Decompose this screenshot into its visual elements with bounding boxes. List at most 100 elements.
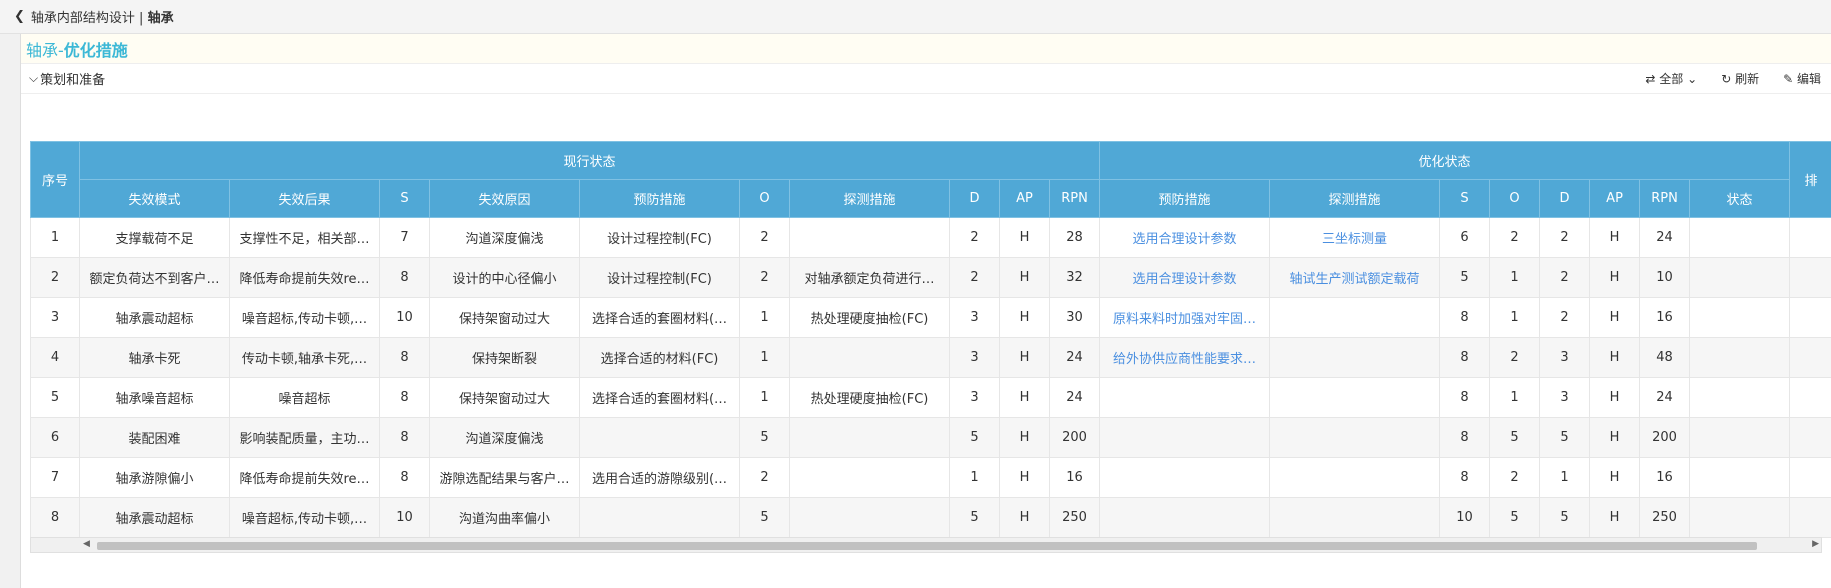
table-cell: 1 [949,457,1000,498]
table-row[interactable]: 6 装配困难 影响装配质量，主功… 8 沟道深度偏浅 5 5 H 200 8 5 5 H 200 [30,417,1831,458]
table-cell: 3 [1539,377,1591,418]
scrollbar-thumb[interactable] [97,542,1757,550]
table-cell: 传动卡顿,轴承卡死,… [229,337,380,378]
table-row[interactable]: 2 额定负荷达不到客户… 降低寿命提前失效re… 8 设计的中心径偏小 设计过程控制(FC… [30,257,1831,298]
table-cell [1099,377,1271,418]
column-header[interactable]: 失效后果 [229,179,380,218]
table-cell: 3 [949,297,1000,338]
table-cell [1689,457,1791,498]
table-cell: 5 [1439,257,1491,298]
table-cell: 降低寿命提前失效re… [229,457,380,498]
table-cell[interactable]: 轴试生产测试额定载荷 [1269,257,1441,298]
column-header[interactable]: AP [1589,179,1641,218]
table-cell: H [999,457,1050,498]
table-cell: 8 [30,497,80,538]
table-cell[interactable]: 三坐标测量 [1269,217,1441,258]
table-cell [789,417,950,458]
column-header[interactable]: 失效原因 [429,179,580,218]
column-header[interactable]: O [739,179,790,218]
table-cell: 2 [30,257,80,298]
table-row[interactable]: 7 轴承游隙偏小 降低寿命提前失效re… 8 游隙选配结果与客户… 选用合适的游隙级别(…… [30,457,1831,498]
column-header[interactable]: O [1489,179,1541,218]
filter-all-button[interactable]: ⇄ 全部 ⌄ [1645,70,1697,87]
column-header[interactable]: 探测措施 [1269,179,1441,218]
table-cell: 5 [739,417,790,458]
column-header[interactable]: 状态 [1689,179,1791,218]
table-cell: 支撑性不足，相关部… [229,217,380,258]
breadcrumb: 轴承内部结构设计 | 轴承 [31,7,174,26]
table-cell: H [999,337,1050,378]
table-cell: 8 [1439,377,1491,418]
column-header[interactable]: 预防措施 [579,179,740,218]
table-cell: 7 [379,217,430,258]
table-cell: 影响装配质量，主功… [229,417,380,458]
table-cell [1269,297,1441,338]
section-label: 策划和准备 [40,73,106,88]
toolbar: ⌵ 策划和准备 ⇄ 全部 ⌄ ↻ 刷新 ✎ 编辑 [21,64,1831,94]
table-cell: 选用合适的游隙级别(… [579,457,740,498]
column-header[interactable]: 预防措施 [1099,179,1271,218]
scroll-left-icon[interactable]: ◀ [83,539,90,549]
table-row[interactable]: 4 轴承卡死 传动卡顿,轴承卡死,… 8 保持架断裂 选择合适的材料(FC) 1 3 H 24 给外… [30,337,1831,378]
table-cell: 设计过程控制(FC) [579,257,740,298]
table-cell [789,337,950,378]
swap-icon: ⇄ [1645,72,1656,86]
column-header[interactable]: AP [999,179,1050,218]
table-cell: 沟道深度偏浅 [429,217,580,258]
column-header[interactable]: D [1539,179,1591,218]
scroll-right-icon[interactable]: ▶ [1812,539,1819,549]
table-cell[interactable]: 选用合理设计参数 [1099,257,1271,298]
table-cell: 24 [1639,217,1691,258]
table-row[interactable]: 8 轴承震动超标 噪音超标,传动卡顿,… 10 沟道沟曲率偏小 5 5 H 250 10 5 5 H 25… [30,497,1831,538]
table-cell: 1 [1539,457,1591,498]
table-cell [1789,377,1831,418]
table-cell: 热处理硬度抽检(FC) [789,297,950,338]
table-cell: 5 [1489,417,1541,458]
column-header[interactable]: S [379,179,430,218]
chevron-left-icon[interactable]: ❮ [14,9,25,24]
table-row[interactable]: 3 轴承震动超标 噪音超标,传动卡顿,… 10 保持架窗动过大 选择合适的套圈材料(… 1 热… [30,297,1831,338]
table-cell: 7 [30,457,80,498]
refresh-button[interactable]: ↻ 刷新 [1721,70,1759,87]
table-cell: H [1589,257,1641,298]
table-cell [1099,457,1271,498]
table-cell [1269,417,1441,458]
table-cell [1789,257,1831,298]
table-cell[interactable]: 给外协供应商性能要求… [1099,337,1271,378]
column-header[interactable]: RPN [1048,179,1101,218]
column-header[interactable]: D [949,179,1000,218]
table-cell: 轴承噪音超标 [79,377,230,418]
table-cell: 装配困难 [79,417,230,458]
table-cell [1689,497,1791,538]
table-cell: 6 [1439,217,1491,258]
chevron-down-icon: ⌵ [29,71,39,85]
horizontal-scrollbar[interactable]: ◀ ▶ [30,537,1822,553]
table-cell [1099,417,1271,458]
column-header[interactable]: 探测措施 [789,179,950,218]
column-header[interactable]: 失效模式 [79,179,230,218]
table-cell: 32 [1048,257,1101,298]
table-cell [789,497,950,538]
table-cell: 8 [379,337,430,378]
table-row[interactable]: 1 支撑载荷不足 支撑性不足，相关部… 7 沟道深度偏浅 设计过程控制(FC) 2 2 H 28 选… [30,217,1831,258]
table-cell[interactable]: 原料来料时加强对牢固… [1099,297,1271,338]
section-toggle[interactable]: ⌵ 策划和准备 [29,69,105,88]
table-cell: 8 [379,417,430,458]
table-cell: 选择合适的套圈材料(… [579,297,740,338]
table-cell: 2 [1539,217,1591,258]
breadcrumb-parent[interactable]: 轴承内部结构设计 | [31,11,148,26]
table-cell: 噪音超标,传动卡顿,… [229,497,380,538]
table-cell: 5 [949,417,1000,458]
table-cell: 2 [1539,297,1591,338]
table-cell: H [999,217,1050,258]
column-header[interactable]: S [1439,179,1491,218]
edit-button[interactable]: ✎ 编辑 [1783,70,1821,87]
table-cell: 8 [379,257,430,298]
table-cell: 热处理硬度抽检(FC) [789,377,950,418]
column-header[interactable]: RPN [1639,179,1691,218]
table-cell: 24 [1048,337,1101,378]
table-cell [1689,337,1791,378]
table-cell: 8 [1439,297,1491,338]
table-row[interactable]: 5 轴承噪音超标 噪音超标 8 保持架窗动过大 选择合适的套圈材料(… 1 热处理硬度抽检(F… [30,377,1831,418]
table-cell[interactable]: 选用合理设计参数 [1099,217,1271,258]
